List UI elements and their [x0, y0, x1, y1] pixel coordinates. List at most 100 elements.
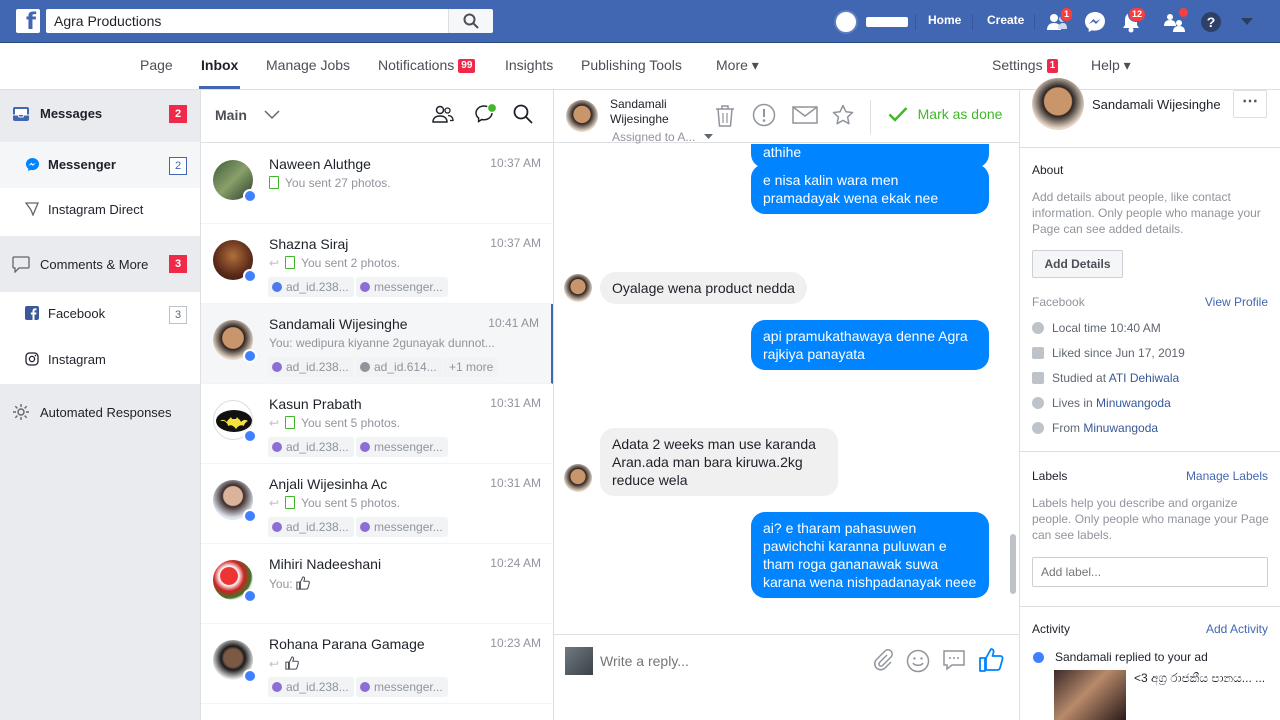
tab-settings[interactable]: Settings 1 [992, 57, 1059, 73]
reply-arrow-icon: ↩ [269, 496, 280, 510]
report-spam-icon[interactable] [752, 103, 776, 127]
label-tag[interactable]: messenger... [356, 437, 448, 457]
contact-name[interactable]: Sandamali Wijesinghe [610, 97, 690, 127]
tag-text: ad_id.614... [374, 360, 437, 374]
reply-input[interactable] [600, 649, 860, 673]
trash-icon[interactable] [714, 104, 736, 128]
mark-as-done-button[interactable]: Mark as done [888, 106, 1002, 122]
saved-replies-icon[interactable] [942, 649, 966, 671]
label-tag[interactable]: ad_id.238... [268, 437, 354, 457]
label-tag[interactable]: messenger... [356, 277, 448, 297]
sidebar-item-instagram[interactable]: Instagram [0, 338, 200, 384]
add-label-input[interactable] [1032, 557, 1268, 587]
search-button[interactable] [448, 9, 493, 33]
label-tag[interactable]: ad_id.238... [268, 517, 354, 537]
facebook-section-title: Facebook [1032, 295, 1085, 309]
tag-text: ad_id.238... [286, 280, 349, 294]
contact-name[interactable]: Sandamali Wijesinghe [1092, 97, 1221, 112]
conversation-item[interactable]: Shazna Siraj 10:37 AM ↩ You sent 2 photos… [201, 224, 553, 304]
conversation-item[interactable]: Mihiri Nadeeshani 10:24 AM You: [201, 544, 553, 624]
conversation-snippet: You sent 27 photos. [269, 176, 539, 190]
tab-inbox[interactable]: Inbox [201, 57, 238, 73]
star-icon[interactable] [832, 104, 854, 126]
friend-requests-icon[interactable]: 1 [1044, 7, 1074, 35]
contact-avatar[interactable] [566, 100, 598, 132]
add-details-button[interactable]: Add Details [1032, 250, 1123, 278]
create-link[interactable]: Create [987, 13, 1024, 27]
label-tag[interactable]: ad_id.238... [268, 677, 354, 697]
page-avatar [565, 647, 593, 675]
sidebar-item-label: Instagram [48, 352, 106, 367]
quick-help-people-icon[interactable] [1162, 8, 1188, 35]
notifications-icon[interactable]: 12 [1118, 7, 1147, 35]
tab-help[interactable]: Help ▾ [1091, 57, 1131, 74]
profile-name[interactable] [866, 17, 908, 27]
view-profile-link[interactable]: View Profile [1205, 295, 1268, 309]
conversation-item[interactable]: Kasun Prabath 10:31 AM ↩ You sent 5 photo… [201, 384, 553, 464]
account-menu-chevron-icon[interactable] [1234, 9, 1260, 35]
search-icon[interactable] [513, 104, 533, 124]
tag-color-dot [272, 682, 282, 692]
sidebar-item-facebook[interactable]: Facebook 3 [0, 292, 200, 338]
chat-panel: Sandamali Wijesinghe Assigned to A... Ma… [554, 90, 1020, 720]
activity-dot [1033, 652, 1044, 663]
tab-manage-jobs[interactable]: Manage Jobs [266, 57, 350, 73]
thread-scrollbar[interactable] [1010, 534, 1016, 594]
mark-unread-envelope-icon[interactable] [792, 106, 818, 124]
chevron-down-icon[interactable] [264, 110, 280, 120]
sidebar-item-automated-responses[interactable]: Automated Responses [0, 388, 200, 436]
add-activity-link[interactable]: Add Activity [1206, 622, 1268, 636]
attachment-paperclip-icon[interactable] [872, 649, 894, 671]
conversation-item[interactable]: Anjali Wijesinha Ac 10:31 AM ↩ You sent 5… [201, 464, 553, 544]
more-tags-chip[interactable]: +1 more [443, 357, 499, 377]
conversation-item[interactable]: Rohana Parana Gamage 10:23 AM ↩ ad_id.23… [201, 624, 553, 704]
sidebar-item-instagram-direct[interactable]: Instagram Direct [0, 188, 200, 236]
conversation-name: Rohana Parana Gamage [269, 636, 425, 652]
messenger-icon[interactable] [1082, 9, 1108, 35]
chevron-down-icon[interactable] [704, 134, 713, 140]
sidebar-item-label: Messages [40, 106, 103, 121]
people-filter-icon[interactable] [432, 104, 454, 124]
conversation-item-selected[interactable]: Sandamali Wijesinghe 10:41 AM You: wedip… [201, 304, 553, 384]
label-tag[interactable]: ad_id.238... [268, 277, 354, 297]
conversation-name: Shazna Siraj [269, 236, 349, 252]
lives-in-link[interactable]: Minuwangoda [1096, 396, 1171, 410]
conversation-item[interactable]: Naween Aluthge 10:37 AM You sent 27 phot… [201, 144, 553, 224]
conversation-time: 10:37 AM [490, 236, 541, 250]
emoji-icon[interactable] [906, 649, 930, 673]
photo-icon [285, 256, 296, 269]
conversation-name: Kasun Prabath [269, 396, 362, 412]
sidebar-item-comments[interactable]: Comments & More 3 [0, 240, 200, 288]
sidebar-item-messenger[interactable]: Messenger 2 [0, 142, 200, 188]
tab-insights[interactable]: Insights [505, 57, 553, 73]
label-tag[interactable]: messenger... [356, 517, 448, 537]
snippet-text: You sent 5 photos. [301, 496, 401, 510]
more-options-ellipsis-icon[interactable]: ⋯ [1233, 90, 1267, 118]
assigned-to-label[interactable]: Assigned to A... [612, 130, 695, 144]
sidebar-item-messages[interactable]: Messages 2 [0, 90, 200, 138]
reply-composer [554, 634, 1019, 720]
tab-more[interactable]: More ▾ [716, 57, 759, 74]
tab-page[interactable]: Page [140, 57, 173, 73]
profile-avatar[interactable] [834, 10, 858, 34]
ad-title[interactable]: <3 අග්‍ර රාජකීය පානය... ... [1134, 671, 1274, 686]
search-input[interactable] [46, 9, 448, 33]
facebook-count-badge: 3 [169, 306, 187, 324]
manage-labels-link[interactable]: Manage Labels [1186, 469, 1268, 483]
inbox-filter-label[interactable]: Main [215, 107, 247, 123]
home-link[interactable]: Home [928, 13, 961, 27]
contact-avatar-large[interactable] [1032, 78, 1084, 130]
label-tag[interactable]: ad_id.238... [268, 357, 354, 377]
label-tag[interactable]: messenger... [356, 677, 448, 697]
active-chat-filter-icon[interactable] [474, 102, 498, 126]
help-icon[interactable]: ? [1198, 9, 1224, 35]
tab-publishing-tools[interactable]: Publishing Tools [581, 57, 682, 73]
studied-at-link[interactable]: ATI Dehiwala [1109, 371, 1179, 385]
label-tag[interactable]: ad_id.614... [356, 357, 442, 377]
comment-icon [12, 256, 30, 273]
from-link[interactable]: Minuwangoda [1083, 421, 1158, 435]
facebook-logo-icon[interactable]: f [16, 9, 40, 33]
tab-notifications[interactable]: Notifications 99 [378, 57, 476, 73]
ad-thumbnail[interactable] [1054, 670, 1126, 720]
send-like-icon[interactable] [978, 647, 1004, 673]
